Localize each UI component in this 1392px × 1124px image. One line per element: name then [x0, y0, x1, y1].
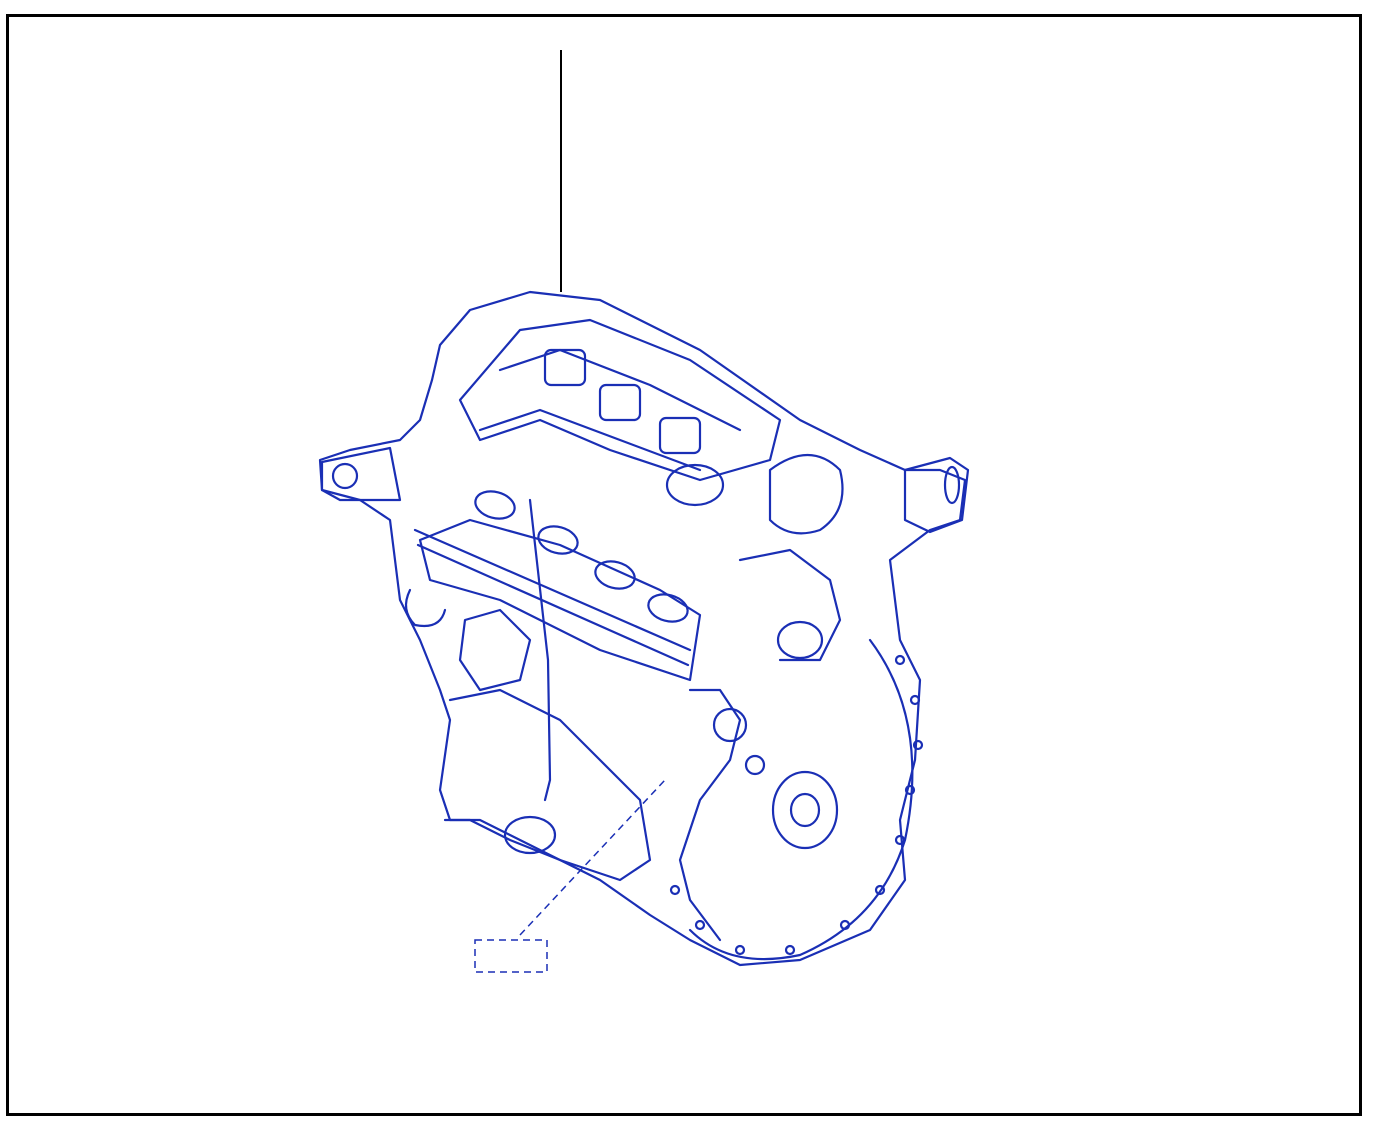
fuel-rail	[413, 528, 692, 667]
engine-assembly	[318, 290, 970, 967]
coolant-outlet	[776, 620, 824, 660]
crankshaft-flange	[771, 770, 839, 850]
dipstick-tube	[528, 498, 552, 802]
ignition-coil-1	[543, 348, 587, 387]
engine-diagram	[318, 50, 970, 973]
dashed-reference-box	[474, 939, 548, 973]
intake-port-1	[474, 490, 516, 520]
oil-filler-cap	[665, 463, 725, 507]
valve-cover	[458, 318, 782, 482]
ignition-coil-3	[658, 416, 702, 455]
ignition-coil-2	[598, 383, 642, 422]
dashed-reference	[474, 779, 666, 973]
intake-manifold	[418, 518, 702, 682]
dashed-leader-line	[519, 779, 666, 936]
timing-plate	[678, 688, 742, 942]
bell-housing	[688, 638, 914, 961]
intake-port-4	[647, 593, 689, 623]
oil-pan	[443, 688, 652, 882]
